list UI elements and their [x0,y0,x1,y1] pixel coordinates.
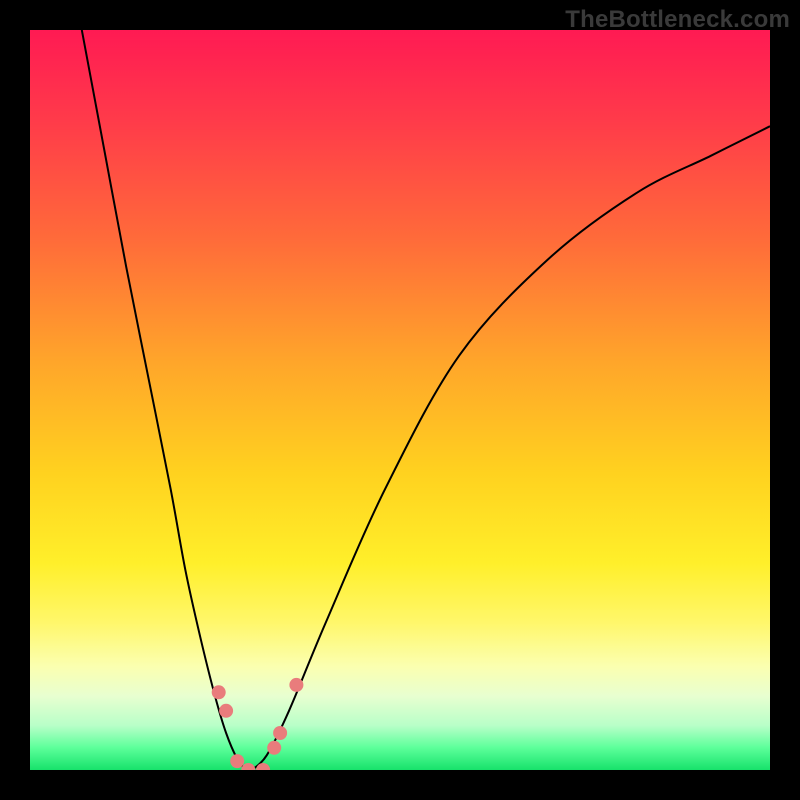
curve-right [252,126,770,770]
marker-dot [273,726,287,740]
marker-dot [289,678,303,692]
marker-group [212,678,304,770]
plot-area [30,30,770,770]
marker-dot [230,754,244,768]
curve-left [82,30,252,770]
curve-layer [30,30,770,770]
marker-dot [267,741,281,755]
marker-dot [219,704,233,718]
chart-frame: TheBottleneck.com [0,0,800,800]
marker-dot [212,685,226,699]
